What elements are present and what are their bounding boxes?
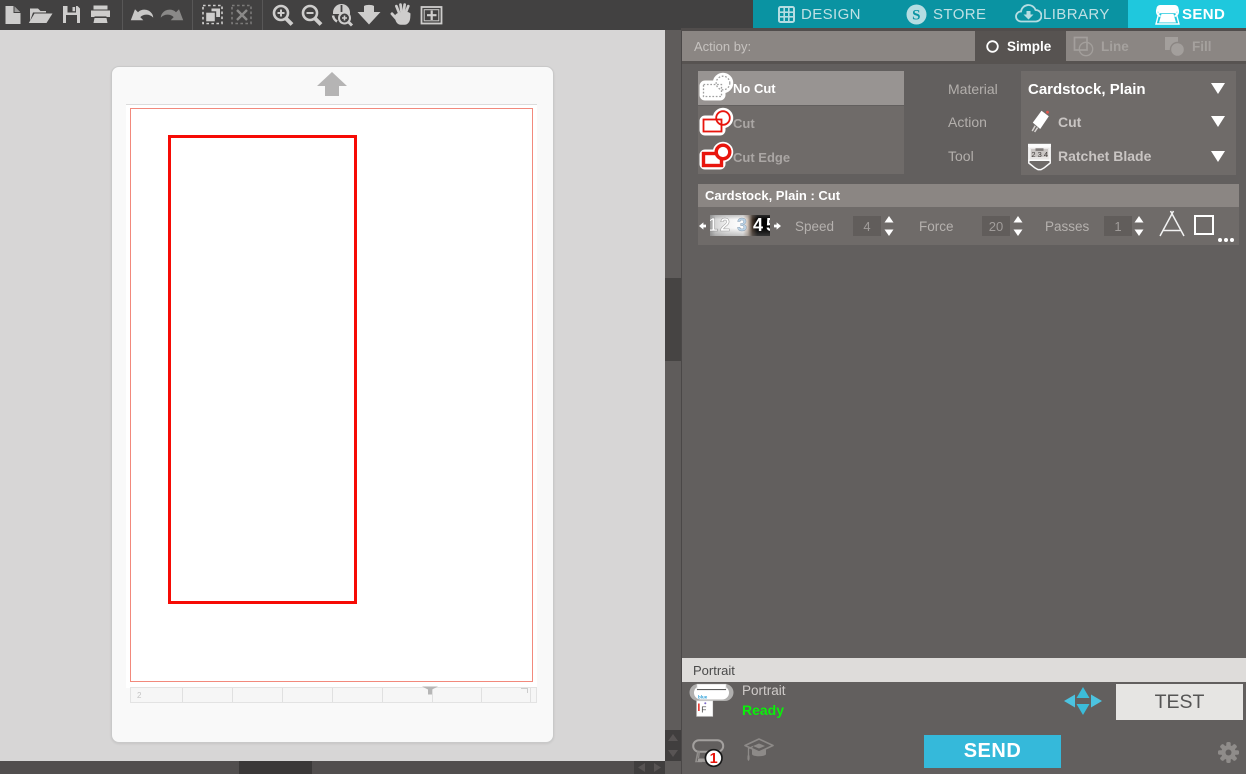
svg-text:5: 5 [766,215,770,235]
svg-text:S: S [912,7,921,23]
svg-text:3: 3 [737,215,747,235]
svg-text:1: 1 [710,215,718,235]
svg-text:2: 2 [720,215,730,235]
svg-text:1: 1 [710,751,718,767]
svg-text:blue: blue [698,695,708,700]
svg-text:2 3 4: 2 3 4 [1031,150,1048,159]
svg-text:F: F [701,705,706,715]
svg-text:4: 4 [753,215,763,235]
